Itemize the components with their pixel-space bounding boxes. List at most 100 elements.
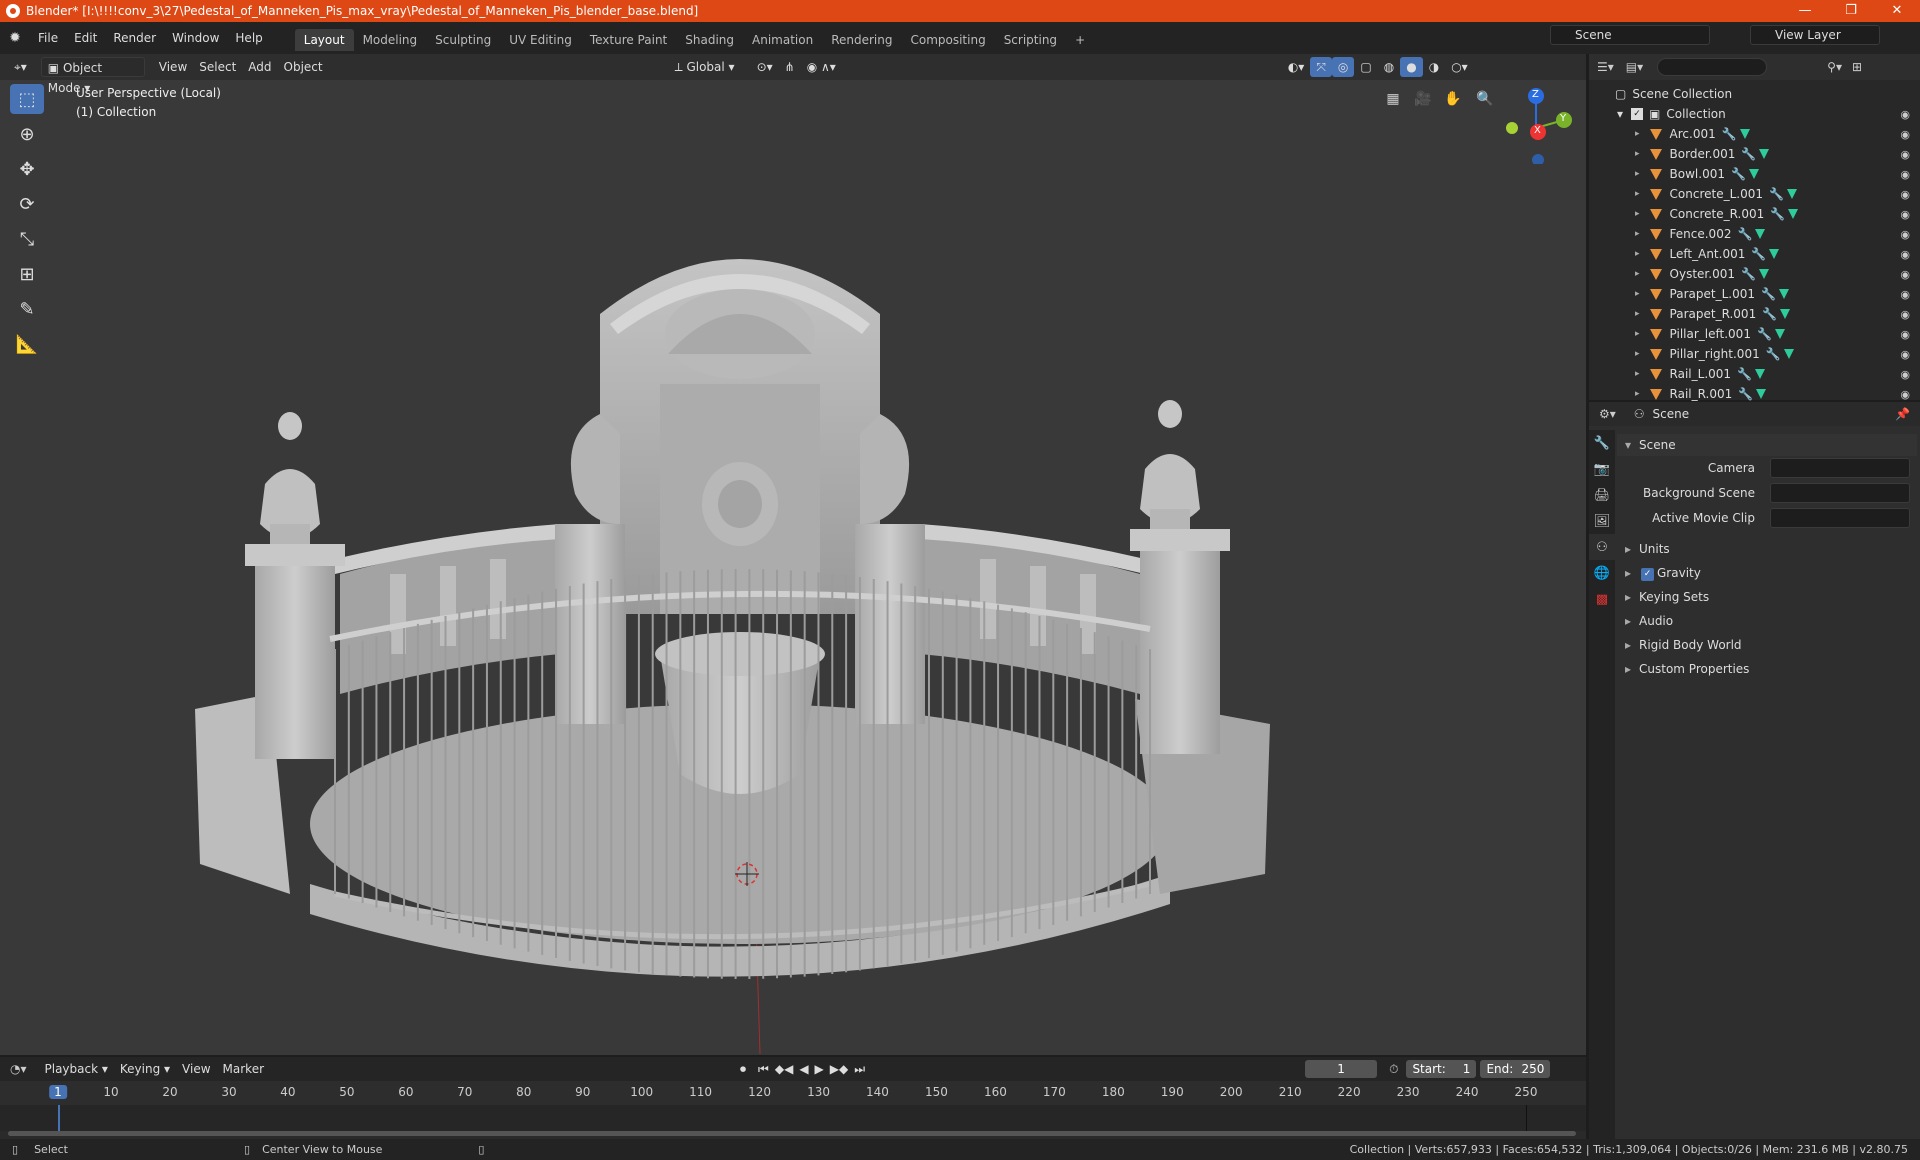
scene-panel-header[interactable]: Scene	[1617, 434, 1917, 456]
modifier-wrench-icon[interactable]: 🔧	[1741, 147, 1756, 161]
modifier-wrench-icon[interactable]: 🔧	[1761, 287, 1776, 301]
collection-checkbox[interactable]: ✓	[1631, 108, 1644, 120]
eye-icon[interactable]: ◉	[1900, 348, 1910, 361]
custom-properties-panel-header[interactable]: Custom Properties	[1617, 658, 1749, 680]
timeline-editor-type-icon[interactable]: ◔▾	[10, 1062, 27, 1076]
outliner-object-row[interactable]: ▸ Bowl.001 🔧 ◉	[1589, 164, 1920, 184]
outliner-editor-type-icon[interactable]: ☰▾	[1597, 60, 1614, 74]
timeline-scrollbar[interactable]	[8, 1131, 1576, 1136]
expand-arrow-icon[interactable]: ▸	[1635, 329, 1640, 339]
modifier-wrench-icon[interactable]: 🔧	[1737, 367, 1752, 381]
outliner-object-row[interactable]: ▸ Oyster.001 🔧 ◉	[1589, 264, 1920, 284]
modifier-wrench-icon[interactable]: 🔧	[1738, 387, 1753, 401]
modifier-wrench-icon[interactable]: 🔧	[1751, 247, 1766, 261]
scene-selector[interactable]: Scene	[1550, 25, 1710, 45]
eye-icon[interactable]: ◉	[1900, 108, 1910, 121]
gravity-panel-header[interactable]: Gravity	[1617, 562, 1701, 584]
play-reverse-icon[interactable]: ◀	[799, 1062, 808, 1076]
render-tab-icon[interactable]: 📷	[1589, 456, 1615, 482]
menu-keying[interactable]: Keying ▾	[114, 1059, 176, 1079]
expand-arrow-icon[interactable]: ▸	[1635, 289, 1640, 299]
mesh-data-icon[interactable]	[1788, 209, 1799, 219]
outliner-object-row[interactable]: ▸ Left_Ant.001 🔧 ◉	[1589, 244, 1920, 264]
modifier-wrench-icon[interactable]: 🔧	[1762, 307, 1777, 321]
tab-scripting[interactable]: Scripting	[995, 29, 1066, 51]
eye-icon[interactable]: ◉	[1900, 188, 1910, 201]
toggle-grid-icon[interactable]: ▦	[1380, 86, 1406, 112]
world-tab-icon[interactable]: 🌐	[1589, 560, 1615, 586]
mesh-data-icon[interactable]	[1783, 349, 1794, 359]
modifier-wrench-icon[interactable]: 🔧	[1766, 347, 1781, 361]
mesh-data-icon[interactable]	[1759, 149, 1770, 159]
expand-arrow-icon[interactable]: ▸	[1635, 189, 1640, 199]
outliner-object-row[interactable]: ▸ Parapet_R.001 🔧 ◉	[1589, 304, 1920, 324]
eye-icon[interactable]: ◉	[1900, 168, 1910, 181]
mesh-data-icon[interactable]	[1754, 369, 1765, 379]
expand-arrow-icon[interactable]: ▸	[1635, 309, 1640, 319]
menu-timeline-view[interactable]: View	[176, 1059, 216, 1079]
next-keyframe-icon[interactable]: ▶◆	[830, 1062, 848, 1076]
mesh-data-icon[interactable]	[1769, 249, 1780, 259]
modifier-wrench-icon[interactable]: 🔧	[1770, 207, 1785, 221]
3d-viewport[interactable]: ⌖▾ ▣ Object Mode ▾ View Select Add Objec…	[0, 54, 1586, 1055]
eye-icon[interactable]: ◉	[1900, 368, 1910, 381]
prev-keyframe-icon[interactable]: ◆◀	[775, 1062, 793, 1076]
tab-sculpting[interactable]: Sculpting	[426, 29, 500, 51]
tab-texture-paint[interactable]: Texture Paint	[581, 29, 676, 51]
expand-arrow-icon[interactable]: ▸	[1635, 369, 1640, 379]
tab-rendering[interactable]: Rendering	[822, 29, 901, 51]
expand-arrow-icon[interactable]: ▸	[1635, 129, 1640, 139]
modifier-wrench-icon[interactable]: 🔧	[1737, 227, 1752, 241]
eye-icon[interactable]: ◉	[1900, 328, 1910, 341]
mesh-data-icon[interactable]	[1778, 289, 1789, 299]
menu-edit[interactable]: Edit	[66, 22, 105, 54]
modifier-wrench-icon[interactable]: 🔧	[1741, 267, 1756, 281]
modifier-wrench-icon[interactable]: 🔧	[1722, 127, 1737, 141]
start-frame-field[interactable]: Start: 1	[1406, 1060, 1477, 1078]
jump-end-icon[interactable]: ⏭	[854, 1062, 865, 1077]
texture-tab-icon[interactable]: ▩	[1589, 586, 1615, 612]
frame-ruler[interactable]: 1 10 20 30 40 50 60 70 80 90 100 110 120 130 140 150 160…	[0, 1081, 1586, 1105]
mesh-data-icon[interactable]	[1780, 309, 1791, 319]
mesh-data-icon[interactable]	[1774, 329, 1785, 339]
current-frame-field[interactable]: 1	[1305, 1060, 1378, 1078]
expand-arrow-icon[interactable]: ▸	[1635, 269, 1640, 279]
expand-arrow-icon[interactable]: ▸	[1635, 209, 1640, 219]
tab-shading[interactable]: Shading	[676, 29, 743, 51]
modifier-wrench-icon[interactable]: 🔧	[1769, 187, 1784, 201]
expand-arrow-icon[interactable]: ▸	[1635, 169, 1640, 179]
view-layer-selector[interactable]: View Layer	[1750, 25, 1880, 45]
filter-icon[interactable]: ⚲▾	[1827, 60, 1842, 74]
tab-uv-editing[interactable]: UV Editing	[500, 29, 581, 51]
tab-layout[interactable]: Layout	[294, 29, 354, 51]
new-collection-icon[interactable]: ⊞	[1852, 60, 1862, 74]
eye-icon[interactable]: ◉	[1900, 228, 1910, 241]
outliner-object-row[interactable]: ▸ Concrete_R.001 🔧 ◉	[1589, 204, 1920, 224]
eye-icon[interactable]: ◉	[1900, 268, 1910, 281]
menu-window[interactable]: Window	[164, 22, 227, 54]
stopwatch-icon[interactable]: ⏱	[1389, 1062, 1398, 1077]
maximize-button[interactable]: ❐	[1828, 0, 1874, 22]
navigation-gizmo[interactable]: Z Y X	[1500, 84, 1580, 166]
modifier-wrench-icon[interactable]: 🔧	[1731, 167, 1746, 181]
eye-icon[interactable]: ◉	[1900, 128, 1910, 141]
outliner-object-row[interactable]: ▸ Arc.001 🔧 ◉	[1589, 124, 1920, 144]
mesh-data-icon[interactable]	[1755, 229, 1766, 239]
close-button[interactable]: ✕	[1874, 0, 1920, 22]
output-tab-icon[interactable]: 🖨	[1589, 482, 1615, 508]
audio-panel-header[interactable]: Audio	[1617, 610, 1673, 632]
pin-icon[interactable]: 📌	[1895, 407, 1910, 421]
eye-icon[interactable]: ◉	[1900, 288, 1910, 301]
eye-icon[interactable]: ◉	[1900, 388, 1910, 401]
view-layer-tab-icon[interactable]: 🖼	[1589, 508, 1615, 534]
rigid-body-world-panel-header[interactable]: Rigid Body World	[1617, 634, 1742, 656]
minimize-button[interactable]: —	[1782, 0, 1828, 22]
keying-sets-panel-header[interactable]: Keying Sets	[1617, 586, 1709, 608]
camera-field[interactable]	[1770, 458, 1910, 478]
scene-collection-row[interactable]: ▢ Scene Collection	[1589, 84, 1920, 104]
display-mode-icon[interactable]: ▤▾	[1626, 60, 1643, 74]
mesh-data-icon[interactable]	[1739, 129, 1750, 139]
mesh-data-icon[interactable]	[1756, 389, 1767, 399]
expand-arrow-icon[interactable]: ▸	[1635, 389, 1640, 399]
record-icon[interactable]: ⏺	[740, 1062, 746, 1077]
